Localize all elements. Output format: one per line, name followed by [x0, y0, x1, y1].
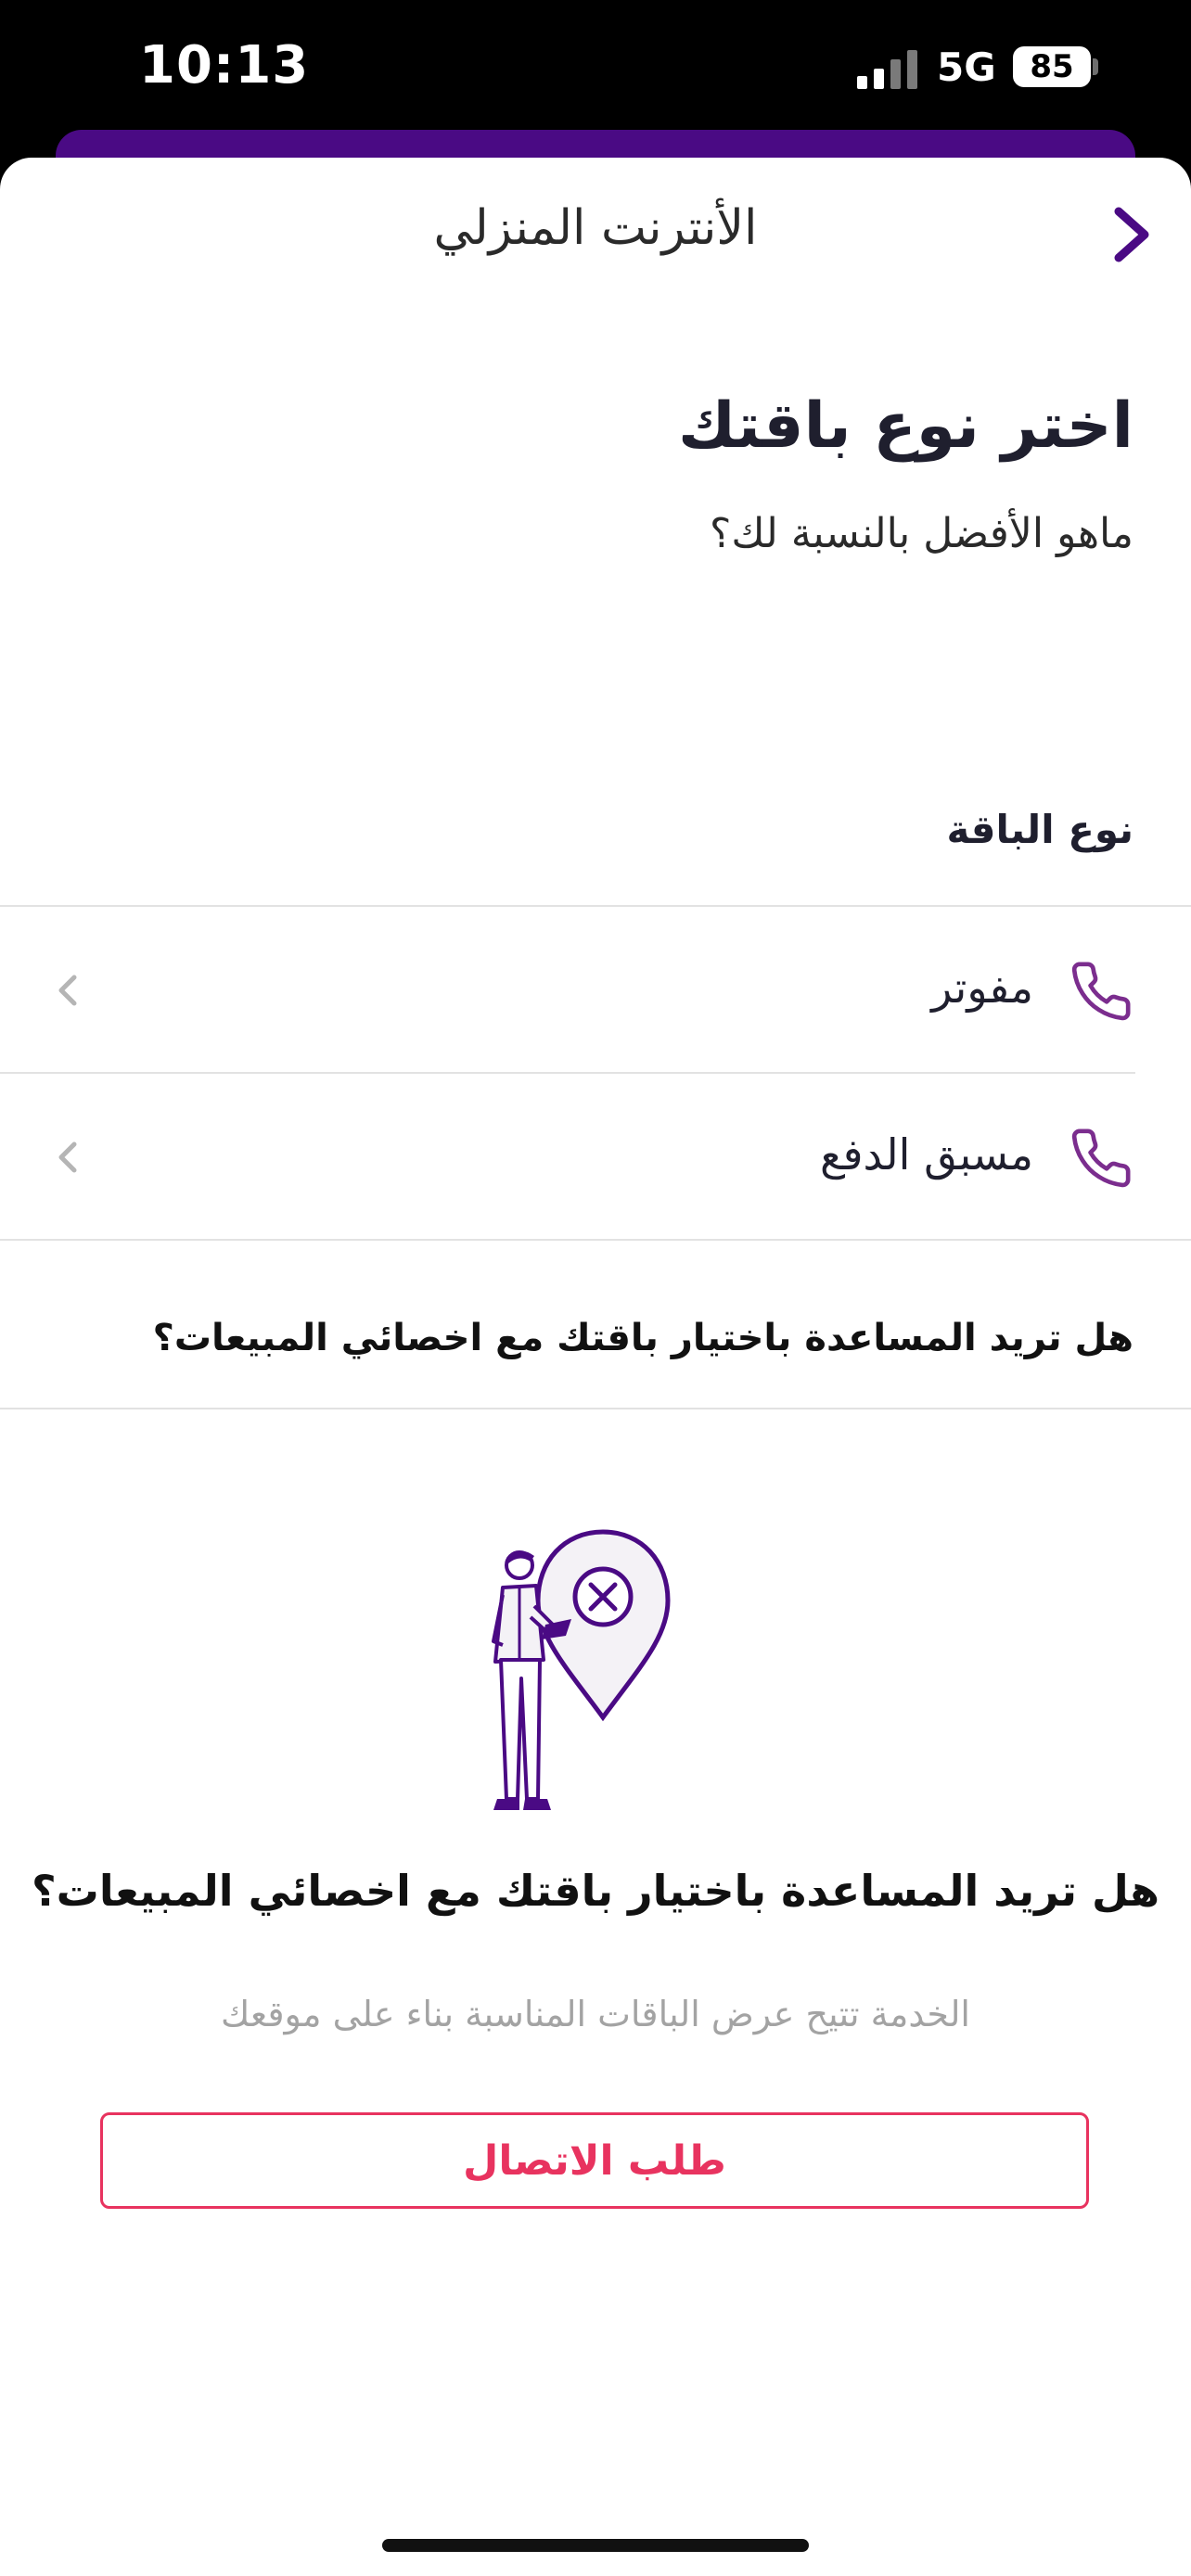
intro-heading: اختر نوع باقتك	[677, 389, 1133, 463]
plan-option-label: مسبق الدفع	[820, 1129, 1033, 1180]
assist-card-description: الخدمة تتيح عرض الباقات المناسبة بناء عل…	[221, 1994, 970, 2034]
status-time: 10:13	[139, 35, 310, 96]
assist-question: هل تريد المساعدة باختيار باقتك مع اخصائي…	[152, 1317, 1133, 1359]
phone-icon	[1071, 962, 1131, 1021]
back-chevron-icon[interactable]	[1106, 202, 1161, 267]
battery-nub	[1093, 58, 1098, 75]
plan-type-label: نوع الباقة	[946, 807, 1133, 852]
chevron-left-icon	[58, 975, 77, 1006]
intro-subheading: ماهو الأفضل بالنسبة لك؟	[710, 510, 1133, 557]
page-title: الأنترنت المنزلي	[433, 200, 758, 256]
phone-icon	[1071, 1129, 1131, 1188]
person-with-location-pin-illustration	[492, 1529, 671, 1810]
battery-level: 85	[1013, 46, 1091, 87]
content-sheet: الأنترنت المنزلي اختر نوع باقتك ماهو الأ…	[0, 158, 1191, 2576]
status-bar: 10:13 5G 85	[0, 0, 1191, 139]
assist-card-title: هل تريد المساعدة باختيار باقتك مع اخصائي…	[32, 1866, 1159, 1916]
divider	[0, 1408, 1191, 1409]
request-call-button[interactable]: طلب الاتصال	[100, 2112, 1089, 2209]
plan-option-postpaid[interactable]: مفوتر	[0, 907, 1191, 1072]
cellular-signal-icon	[857, 50, 917, 89]
plan-option-prepaid[interactable]: مسبق الدفع	[0, 1074, 1191, 1239]
chevron-left-icon	[58, 1141, 77, 1173]
plan-option-label: مفوتر	[931, 963, 1033, 1013]
home-indicator[interactable]	[382, 2539, 809, 2552]
divider	[0, 1239, 1191, 1241]
network-type: 5G	[937, 45, 996, 90]
